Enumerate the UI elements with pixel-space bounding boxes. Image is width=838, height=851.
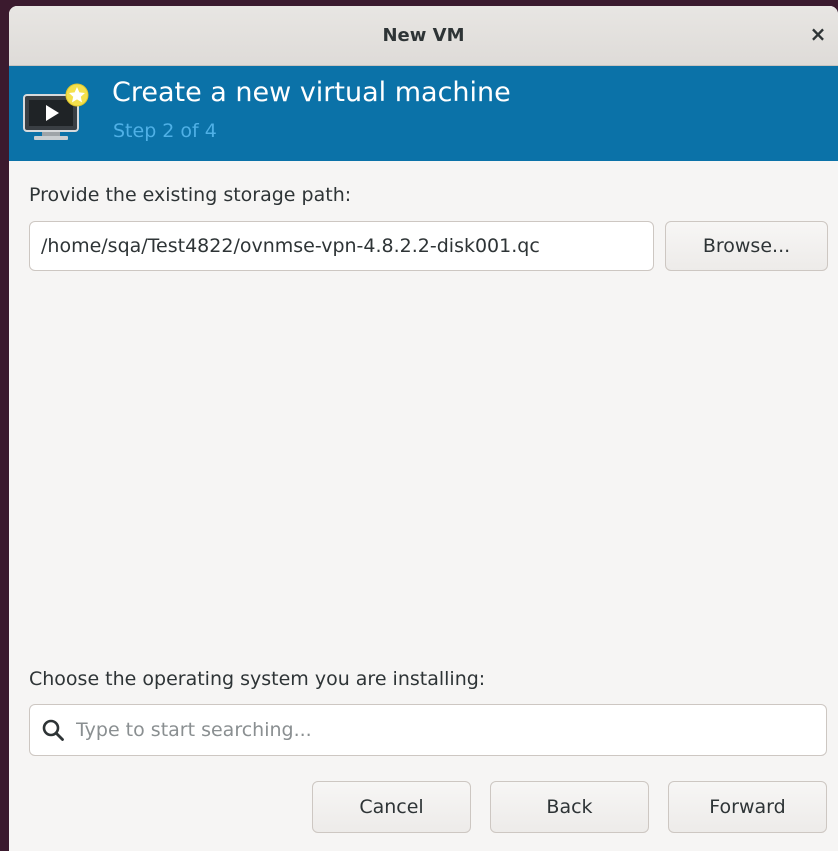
- storage-path-input[interactable]: [29, 221, 654, 271]
- wizard-header-banner: Create a new virtual machine Step 2 of 4: [9, 66, 838, 161]
- os-label: Choose the operating system you are inst…: [29, 668, 486, 690]
- storage-path-label: Provide the existing storage path:: [29, 184, 352, 206]
- wizard-step-indicator: Step 2 of 4: [113, 120, 217, 142]
- virtual-machine-icon: [23, 83, 89, 140]
- wizard-heading: Create a new virtual machine: [112, 77, 511, 108]
- window-title: New VM: [382, 25, 465, 46]
- browse-button[interactable]: Browse...: [665, 221, 828, 271]
- os-search-field[interactable]: [29, 704, 827, 756]
- cancel-button[interactable]: Cancel: [312, 781, 471, 833]
- search-icon: [42, 719, 64, 741]
- new-vm-dialog: New VM × Create a new virtual machine St…: [9, 6, 838, 851]
- title-bar[interactable]: New VM ×: [9, 6, 838, 66]
- os-search-input[interactable]: [76, 705, 816, 755]
- back-button[interactable]: Back: [490, 781, 649, 833]
- close-button[interactable]: ×: [804, 20, 832, 48]
- forward-button[interactable]: Forward: [668, 781, 827, 833]
